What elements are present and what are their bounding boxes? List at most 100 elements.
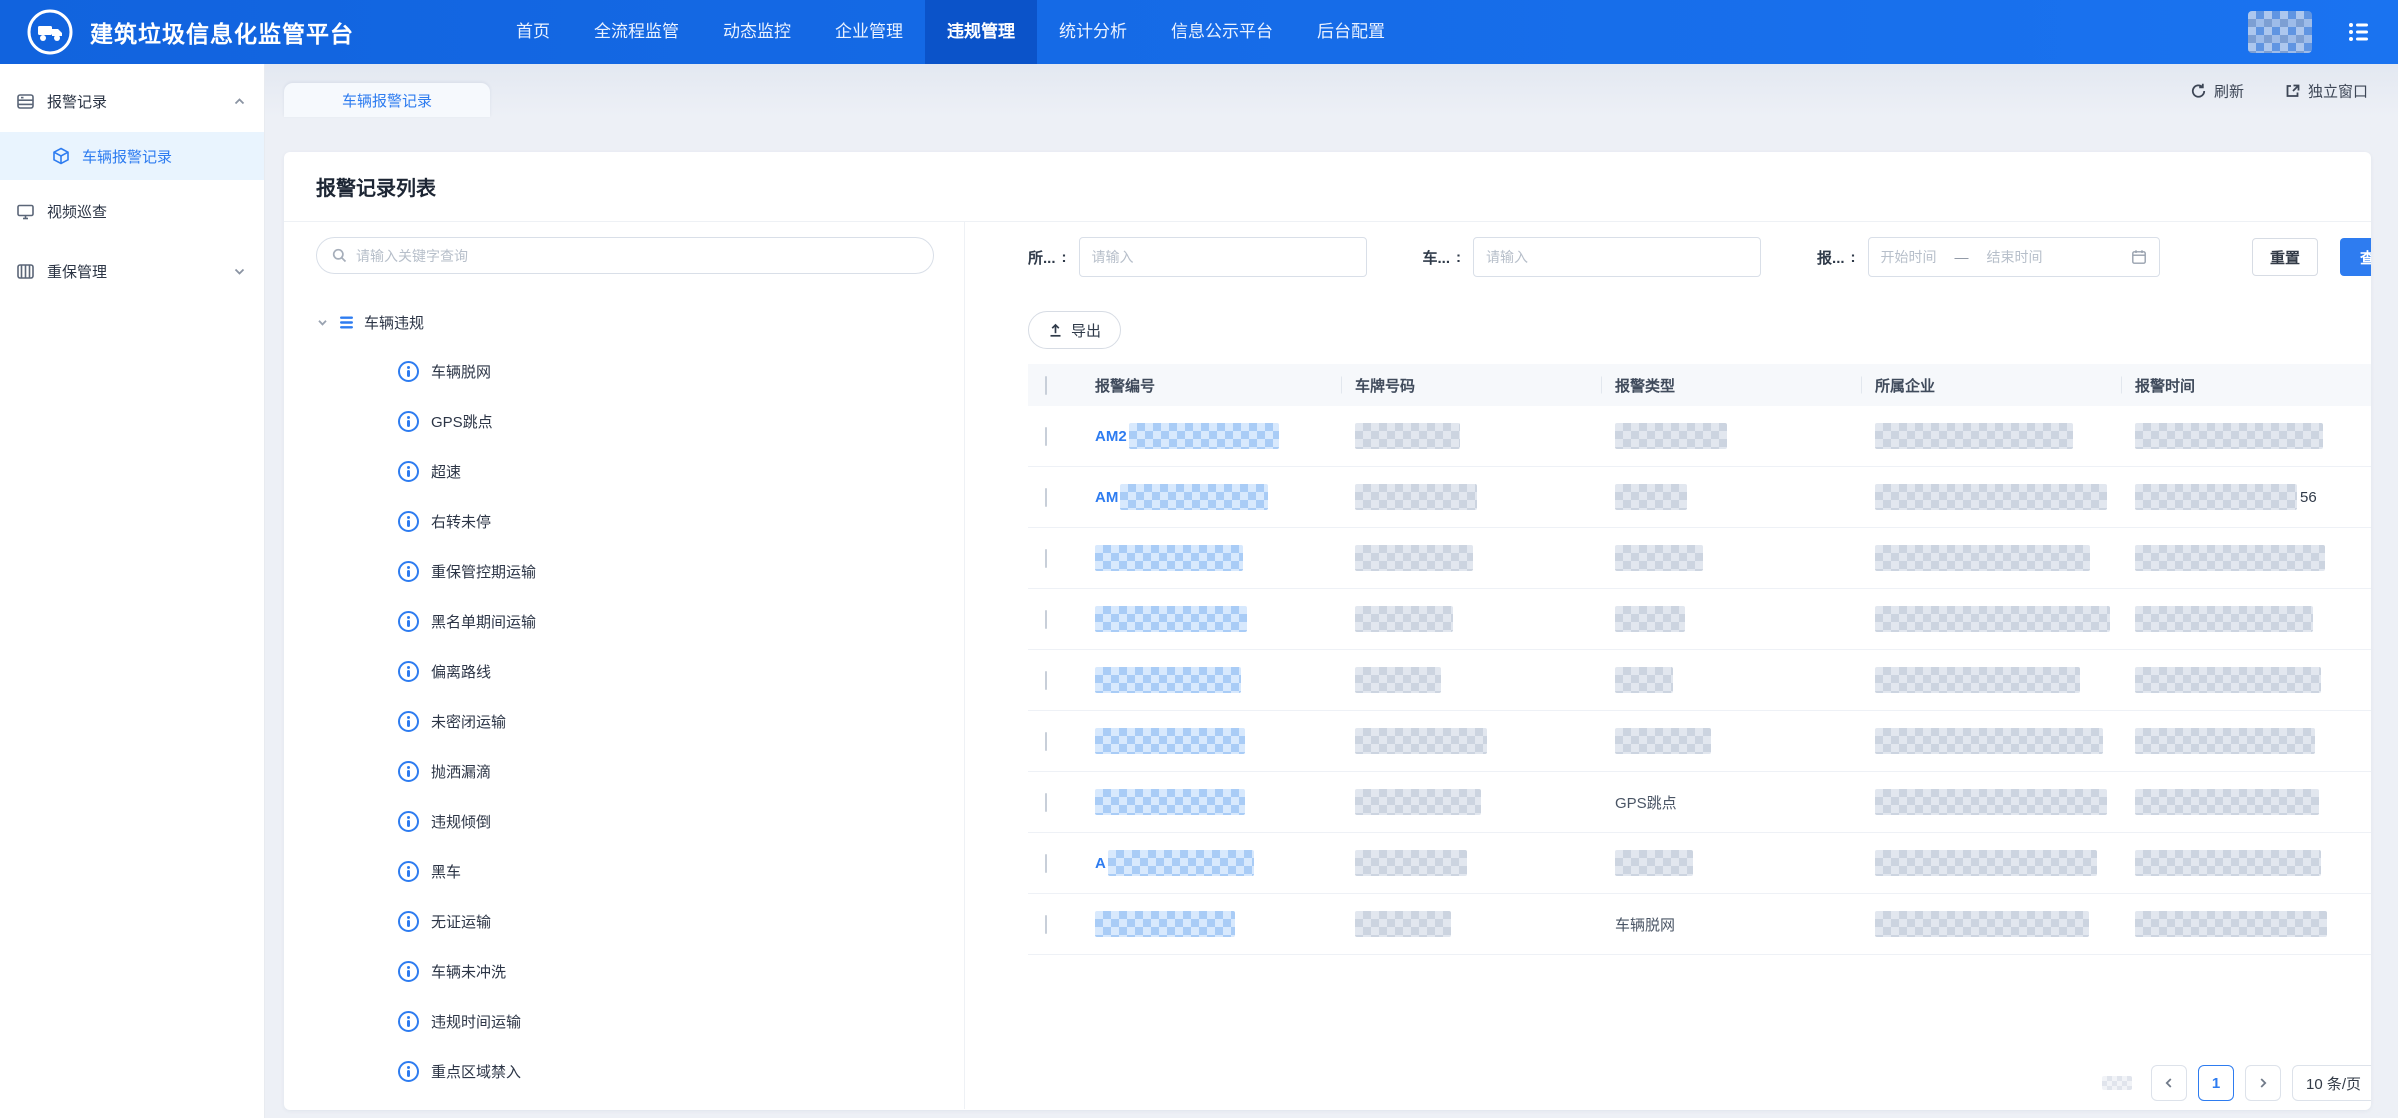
table-row: 处置 xyxy=(1028,711,2371,772)
tree-item-blacklist-period[interactable]: 黑名单期间运输 xyxy=(316,596,934,646)
redacted-type xyxy=(1615,850,1693,876)
tab-vehicle-alarm-records[interactable]: 车辆报警记录 xyxy=(284,83,490,117)
sidebar-item-video-patrol[interactable]: 视频巡查 xyxy=(0,188,264,234)
violation-tree-pane: 车辆违规 车辆脱网 GPS跳点 超速 右转未停 重保管控期运输 黑名单期间运输 … xyxy=(284,222,965,1109)
calendar-grid-icon xyxy=(16,262,35,281)
info-icon xyxy=(398,611,419,632)
redacted-plate xyxy=(1355,850,1467,876)
sidebar-item-label: 报警记录 xyxy=(47,91,221,112)
nav-item-violation[interactable]: 违规管理 xyxy=(925,0,1037,64)
select-all-checkbox[interactable] xyxy=(1045,376,1047,395)
redacted-enterprise xyxy=(1875,789,2107,815)
tree-node-vehicle-violation[interactable]: 车辆违规 xyxy=(316,304,934,340)
filter-alarm-time: 报... : 开始时间 — 结束时间 xyxy=(1817,237,2160,277)
row-checkbox[interactable] xyxy=(1045,915,1047,934)
row-checkbox[interactable] xyxy=(1045,732,1047,751)
tree-item-guard-period[interactable]: 重保管控期运输 xyxy=(316,546,934,596)
tree-item-illegal-time[interactable]: 违规时间运输 xyxy=(316,996,934,1046)
nav-item-admin-config[interactable]: 后台配置 xyxy=(1295,0,1407,64)
query-button[interactable]: 查询 xyxy=(2340,238,2371,276)
redacted-enterprise xyxy=(1875,911,2089,937)
redacted-time xyxy=(2135,484,2297,510)
redacted-plate xyxy=(1355,545,1473,571)
export-button[interactable]: 导出 xyxy=(1028,311,1121,349)
standalone-window-button[interactable]: 独立窗口 xyxy=(2284,80,2368,101)
page-size-select[interactable]: 10 条/页 xyxy=(2292,1065,2371,1101)
nav-item-enterprise[interactable]: 企业管理 xyxy=(813,0,925,64)
refresh-label: 刷新 xyxy=(2214,80,2244,101)
tree-item-route-deviation[interactable]: 偏离路线 xyxy=(316,646,934,696)
tab-tools: 刷新 独立窗口 xyxy=(2190,80,2368,101)
tree-item-gps-jump[interactable]: GPS跳点 xyxy=(316,396,934,446)
tree-item-unsealed[interactable]: 未密闭运输 xyxy=(316,696,934,746)
redacted-id xyxy=(1120,484,1268,510)
nav-item-home[interactable]: 首页 xyxy=(494,0,572,64)
list-menu-icon[interactable] xyxy=(2346,19,2372,45)
nav-item-full-process[interactable]: 全流程监管 xyxy=(572,0,701,64)
tree-list-icon xyxy=(338,314,355,331)
row-checkbox[interactable] xyxy=(1045,793,1047,812)
redacted-enterprise xyxy=(1875,728,2103,754)
row-checkbox[interactable] xyxy=(1045,427,1047,446)
filter-colon: : xyxy=(1456,249,1461,266)
tab-bar: 车辆报警记录 刷新 独立窗口 xyxy=(265,64,2398,117)
caret-down-icon[interactable] xyxy=(316,316,329,329)
tree-item-offline[interactable]: 车辆脱网 xyxy=(316,346,934,396)
info-icon xyxy=(398,411,419,432)
tree-item-label: 无证运输 xyxy=(431,911,491,932)
row-checkbox[interactable] xyxy=(1045,671,1047,690)
tree-parent-label: 车辆违规 xyxy=(364,312,424,333)
row-checkbox[interactable] xyxy=(1045,549,1047,568)
date-end-placeholder[interactable]: 结束时间 xyxy=(1987,247,2043,267)
redacted-id xyxy=(1095,911,1235,937)
prev-page-button[interactable] xyxy=(2151,1065,2187,1101)
date-start-placeholder[interactable]: 开始时间 xyxy=(1881,247,1937,267)
sidebar-item-guard-management[interactable]: 重保管理 xyxy=(0,248,264,294)
tree-item-unwashed[interactable]: 车辆未冲洗 xyxy=(316,946,934,996)
enterprise-filter-input[interactable] xyxy=(1079,237,1367,277)
refresh-icon xyxy=(2190,82,2207,99)
pagination: 1 10 条/页 xyxy=(1028,1065,2371,1101)
page-number-current[interactable]: 1 xyxy=(2198,1065,2234,1101)
refresh-button[interactable]: 刷新 xyxy=(2190,80,2244,101)
nav-item-public-platform[interactable]: 信息公示平台 xyxy=(1149,0,1295,64)
main-content: 报警记录列表 xyxy=(265,117,2398,1118)
nav-item-dynamic-monitor[interactable]: 动态监控 xyxy=(701,0,813,64)
top-nav: 建筑垃圾信息化监管平台 首页 全流程监管 动态监控 企业管理 违规管理 统计分析… xyxy=(0,0,2398,64)
record-table-pane: 所... : 车... : 报... : xyxy=(965,222,2371,1109)
sidebar-item-label: 视频巡查 xyxy=(47,201,246,222)
sidebar-item-alarm-records[interactable]: 报警记录 xyxy=(0,78,264,124)
filter-colon: : xyxy=(1062,249,1067,266)
next-page-button[interactable] xyxy=(2245,1065,2281,1101)
col-alarm-time: 报警时间 xyxy=(2135,375,2371,396)
keyword-search-input[interactable] xyxy=(356,248,918,264)
redacted-type xyxy=(1615,484,1687,510)
tree-item-unlicensed[interactable]: 无证运输 xyxy=(316,896,934,946)
tree-item-overspeed[interactable]: 超速 xyxy=(316,446,934,496)
col-plate: 车牌号码 xyxy=(1355,375,1615,396)
sidebar-item-vehicle-alarm-records[interactable]: 车辆报警记录 xyxy=(0,132,264,180)
tree-item-label: 重保管控期运输 xyxy=(431,561,536,582)
date-range-picker[interactable]: 开始时间 — 结束时间 xyxy=(1868,237,2160,277)
tree-item-label: 右转未停 xyxy=(431,511,491,532)
tree-item-restricted-area[interactable]: 重点区域禁入 xyxy=(316,1046,934,1096)
nav-item-statistics[interactable]: 统计分析 xyxy=(1037,0,1149,64)
tree-item-black-vehicle[interactable]: 黑车 xyxy=(316,846,934,896)
tree-item-right-turn[interactable]: 右转未停 xyxy=(316,496,934,546)
reset-button[interactable]: 重置 xyxy=(2252,238,2318,276)
user-avatar[interactable] xyxy=(2248,11,2312,53)
tree-item-illegal-dumping[interactable]: 违规倾倒 xyxy=(316,796,934,846)
page-size-label: 10 条/页 xyxy=(2306,1073,2361,1094)
filter-plate: 车... : xyxy=(1423,237,1762,277)
redacted-plate xyxy=(1355,789,1481,815)
row-checkbox[interactable] xyxy=(1045,488,1047,507)
keyword-search-box[interactable] xyxy=(316,237,934,274)
table-row: A 处置 xyxy=(1028,833,2371,894)
row-checkbox[interactable] xyxy=(1045,854,1047,873)
tree-item-label: 违规倾倒 xyxy=(431,811,491,832)
redacted-type xyxy=(1615,728,1711,754)
plate-filter-input[interactable] xyxy=(1473,237,1761,277)
calendar-icon xyxy=(2131,249,2147,265)
tree-item-spillage[interactable]: 抛洒漏滴 xyxy=(316,746,934,796)
row-checkbox[interactable] xyxy=(1045,610,1047,629)
